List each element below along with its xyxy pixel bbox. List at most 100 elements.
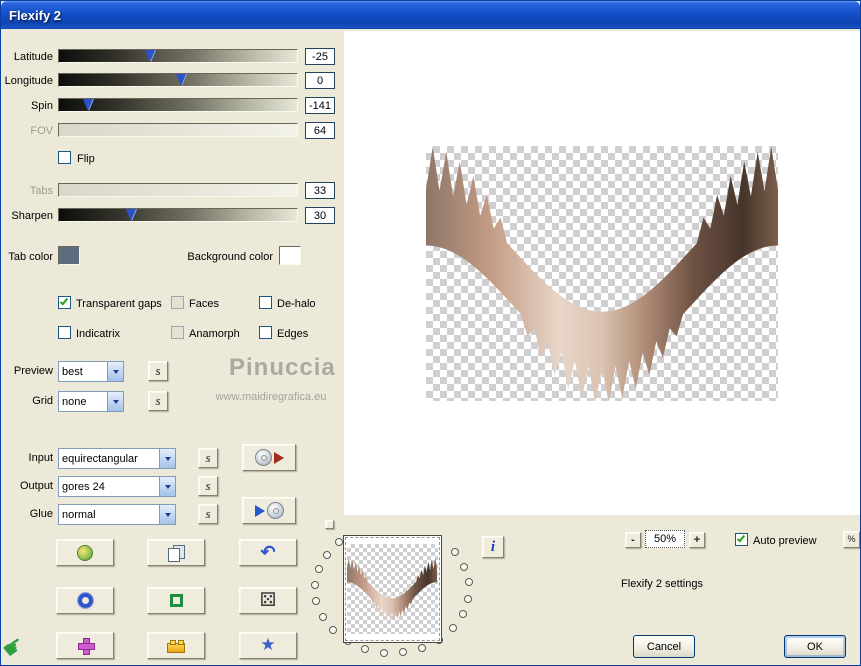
undo-button[interactable]	[239, 539, 297, 566]
chevron-down-icon[interactable]	[159, 505, 175, 524]
longitude-slider[interactable]	[58, 73, 298, 87]
fov-slider	[58, 123, 298, 137]
grid-s-button[interactable]: s	[148, 391, 168, 411]
dice-button[interactable]	[239, 587, 297, 614]
tabs-value-input[interactable]	[305, 182, 335, 199]
check-icon	[736, 533, 746, 543]
ring-button[interactable]	[56, 587, 114, 614]
output-s-button[interactable]: s	[198, 476, 218, 496]
longitude-slider-thumb[interactable]	[176, 74, 186, 86]
longitude-value-input[interactable]	[305, 72, 335, 89]
indicatrix-checkbox[interactable]	[58, 326, 71, 339]
anamorph-label: Anamorph	[189, 328, 240, 340]
ornament-dot	[329, 626, 338, 635]
cancel-button[interactable]: Cancel	[633, 635, 695, 658]
transparent-gaps-label: Transparent gaps	[76, 298, 162, 310]
input-s-button[interactable]: s	[198, 448, 218, 468]
ornament-dot	[464, 594, 473, 603]
ornament-dot	[418, 643, 427, 652]
watermark-site: www.maidiregrafica.eu	[215, 391, 327, 403]
faces-label: Faces	[189, 298, 219, 310]
ornament-dot	[451, 548, 460, 557]
sharpen-slider[interactable]	[58, 208, 298, 222]
fov-value-input[interactable]	[305, 122, 335, 139]
preview-select-value: best	[62, 365, 83, 378]
flexify-dialog: Flexify 2 Latitude -25 Longitude 0 Spin …	[0, 0, 861, 666]
chevron-down-icon[interactable]	[107, 362, 123, 381]
zoom-out-button[interactable]: -	[625, 532, 641, 548]
input-label: Input	[28, 452, 53, 464]
output-label: Output	[19, 480, 53, 492]
latitude-slider-thumb[interactable]	[145, 50, 155, 62]
zoom-level-input[interactable]	[645, 530, 685, 548]
wave-svg	[426, 146, 778, 401]
ornament-dot	[360, 644, 369, 653]
glue-cd-button[interactable]	[242, 497, 296, 524]
blue-ring-icon	[77, 593, 93, 608]
tab-color-label: Tab color	[8, 251, 53, 263]
info-button[interactable]: i	[482, 536, 504, 558]
ornament-dot	[399, 648, 408, 657]
latitude-value-input[interactable]	[305, 48, 335, 65]
glue-s-button[interactable]: s	[198, 504, 218, 524]
preview-thumbnail[interactable]	[343, 535, 442, 643]
de-halo-label: De-halo	[277, 298, 316, 310]
input-select[interactable]: equirectangular	[58, 448, 176, 469]
spin-label: Spin	[30, 100, 53, 112]
spin-slider[interactable]	[58, 98, 298, 112]
grid-select[interactable]: none	[58, 391, 124, 412]
copy-button[interactable]	[147, 539, 205, 566]
cross-button[interactable]	[56, 632, 114, 659]
star-button[interactable]	[239, 632, 297, 659]
flip-checkbox[interactable]	[58, 151, 71, 164]
background-color-label: Background color	[187, 251, 273, 263]
longitude-label: Longitude	[4, 75, 53, 87]
tab-color-swatch[interactable]	[58, 246, 80, 265]
de-halo-checkbox[interactable]	[259, 296, 272, 309]
ornament-dot	[318, 612, 327, 621]
chevron-down-icon[interactable]	[159, 449, 175, 468]
indicatrix-label: Indicatrix	[76, 328, 121, 340]
sharpen-slider-thumb[interactable]	[126, 209, 136, 221]
lego-brick-icon	[167, 639, 185, 653]
page-copy-icon	[167, 544, 185, 562]
title-bar[interactable]: Flexify 2	[1, 1, 860, 29]
undo-arrow-icon	[260, 543, 275, 563]
check-icon	[59, 296, 69, 306]
ok-button[interactable]: OK	[784, 635, 846, 658]
grid-select-value: none	[62, 395, 87, 408]
lego-button[interactable]	[147, 632, 205, 659]
glue-select[interactable]: normal	[58, 504, 176, 525]
output-select-value: gores 24	[62, 480, 105, 493]
ornament-dot	[379, 648, 388, 657]
sun-button[interactable]	[56, 539, 114, 566]
blue-star-icon	[260, 636, 275, 655]
tabs-label: Tabs	[29, 185, 53, 197]
transparent-gaps-checkbox[interactable]	[58, 296, 71, 309]
zoom-percent-button[interactable]: %	[843, 531, 860, 548]
latitude-slider[interactable]	[58, 49, 298, 63]
spin-value-input[interactable]	[305, 97, 335, 114]
input-cd-button[interactable]	[242, 444, 296, 471]
sharpen-label: Sharpen	[11, 210, 53, 222]
edges-checkbox[interactable]	[259, 326, 272, 339]
auto-preview-label: Auto preview	[753, 535, 817, 547]
preview-s-button[interactable]: s	[148, 361, 168, 381]
background-color-swatch[interactable]	[279, 246, 301, 265]
output-select[interactable]: gores 24	[58, 476, 176, 497]
chevron-down-icon[interactable]	[107, 392, 123, 411]
square-button[interactable]	[147, 587, 205, 614]
cd-icon	[254, 449, 272, 466]
edges-label: Edges	[277, 328, 309, 340]
zoom-in-button[interactable]: +	[689, 532, 705, 548]
ornament-dot	[448, 624, 457, 633]
sharpen-value-input[interactable]	[305, 207, 335, 224]
fov-label: FOV	[30, 125, 53, 137]
thumbnail-wave-svg	[347, 558, 437, 620]
preview-select[interactable]: best	[58, 361, 124, 382]
auto-preview-checkbox[interactable]	[735, 533, 748, 546]
window-title: Flexify 2	[9, 7, 62, 23]
chevron-down-icon[interactable]	[159, 477, 175, 496]
spin-slider-thumb[interactable]	[83, 99, 93, 111]
red-play-icon	[273, 451, 284, 464]
